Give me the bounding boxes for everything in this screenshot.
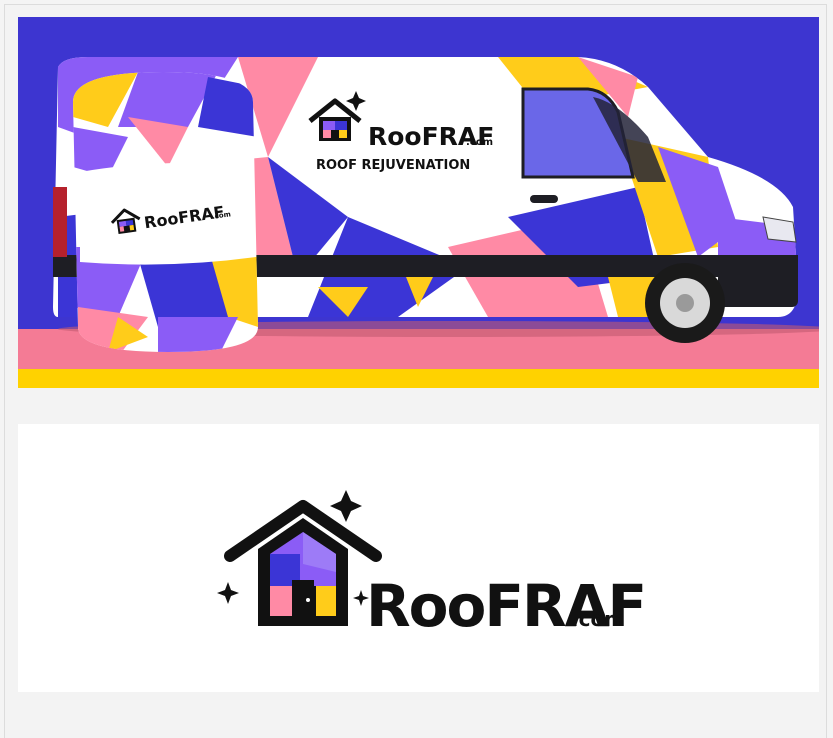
van-front-wheel <box>645 263 725 343</box>
logo-brand-suffix: .com <box>571 607 625 631</box>
house-icon <box>217 490 382 626</box>
sparkle-icon <box>217 582 239 604</box>
logo-card: RooFRAF .com <box>18 424 819 692</box>
van-tagline: ROOF REJUVENATION <box>316 158 470 173</box>
floor-yellow <box>18 369 819 388</box>
barrel: RooFRAF .com <box>73 72 258 352</box>
van-mockup-illustration: RooFRAF .com ROOF REJUVENATION RooFRAF .… <box>18 17 819 388</box>
sparkle-icon <box>330 490 362 522</box>
van-brand-suffix: .com <box>466 137 493 148</box>
van-mockup-banner: RooFRAF .com ROOF REJUVENATION RooFRAF .… <box>18 17 819 388</box>
brand-logo: RooFRAF .com <box>217 490 647 640</box>
